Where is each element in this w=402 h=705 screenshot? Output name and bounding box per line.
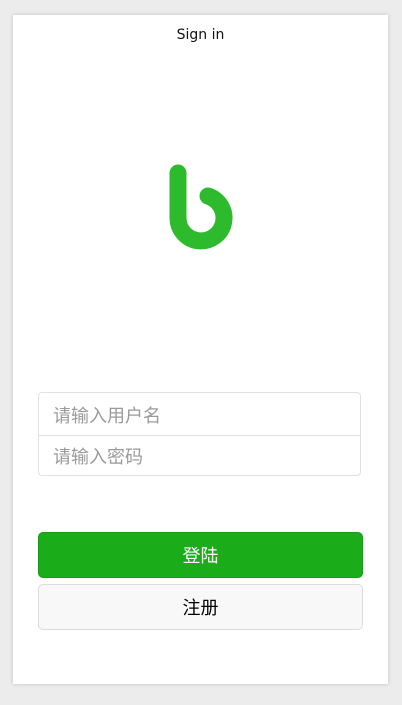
login-form: 请输入用户名 请输入密码 xyxy=(38,392,361,476)
page-title: Sign in xyxy=(176,27,225,43)
login-button[interactable]: 登陆 xyxy=(38,532,363,578)
password-input[interactable]: 请输入密码 xyxy=(39,435,360,476)
app-screen: Sign in 请输入用户名 请输入密码 登陆 注册 xyxy=(13,15,388,684)
app-logo-icon xyxy=(169,164,233,250)
username-input[interactable]: 请输入用户名 xyxy=(39,394,360,435)
register-button[interactable]: 注册 xyxy=(38,584,363,630)
